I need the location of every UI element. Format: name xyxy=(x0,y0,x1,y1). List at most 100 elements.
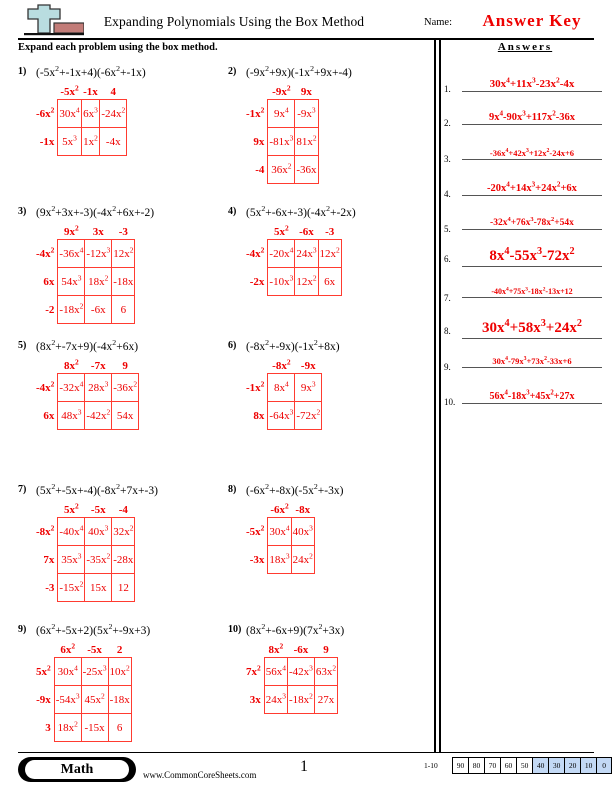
grid-cell[interactable]: 54x3 xyxy=(57,267,86,296)
grid-row: 6x 48x3 -42x2 54x xyxy=(36,401,140,430)
grid-cell[interactable]: 12 xyxy=(111,573,136,602)
grid-cell[interactable]: -36x4 xyxy=(57,239,86,268)
grid-row-header: -3x xyxy=(249,553,265,566)
grid-cell[interactable]: -15x xyxy=(80,713,109,742)
answer-value[interactable]: -36x4+42x3+12x2-24x+6 xyxy=(462,148,602,160)
grid-cell[interactable]: -72x2 xyxy=(294,401,323,430)
grid-cell[interactable]: 24x2 xyxy=(290,545,315,574)
grid-cell[interactable]: 18x2 xyxy=(84,267,113,296)
grid-cell[interactable]: 32x2 xyxy=(111,517,136,546)
grid-cell[interactable]: 18x2 xyxy=(53,713,82,742)
grid-cell[interactable]: 45x2 xyxy=(80,685,109,714)
grid-cell[interactable]: 24x3 xyxy=(294,239,319,268)
grid-row-header: -4 xyxy=(255,163,265,176)
grid-cell[interactable]: -18x xyxy=(111,267,136,296)
grid-cell[interactable]: 81x2 xyxy=(294,127,319,156)
grid-cell[interactable]: 35x3 xyxy=(57,545,86,574)
problem-expression: (6x2+-5x+2)(5x2+-9x+3) xyxy=(36,622,151,637)
grid-cell[interactable]: 56x4 xyxy=(263,657,288,686)
grid-cell[interactable]: -25x3 xyxy=(80,657,109,686)
grid-cell[interactable]: 15x xyxy=(84,573,113,602)
grid-cell[interactable]: 6x xyxy=(317,267,342,296)
grid-row: 9x -81x3 81x2 xyxy=(246,127,319,156)
grid-cell[interactable]: -64x3 xyxy=(267,401,296,430)
grid-cell[interactable]: 5x3 xyxy=(57,127,82,156)
grid-cell[interactable]: -18x2 xyxy=(57,295,86,324)
grid-column-header: -9x xyxy=(300,360,316,372)
answer-value[interactable]: -40x4+75x3-18x2-13x+12 xyxy=(462,287,602,298)
grid-row: 8x -64x3 -72x2 xyxy=(246,401,323,430)
scale-cell[interactable]: 40 xyxy=(532,757,550,774)
answer-value[interactable]: 30x4-79x3+73x2-33x+6 xyxy=(462,356,602,368)
grid-cell[interactable]: -81x3 xyxy=(267,127,296,156)
grid-cell[interactable]: 12x2 xyxy=(317,239,342,268)
grid-cell[interactable]: 30x4 xyxy=(267,517,292,546)
grid-cell[interactable]: 40x3 xyxy=(84,517,113,546)
grid-cell[interactable]: 36x2 xyxy=(267,155,296,184)
scale-cell[interactable]: 60 xyxy=(500,757,518,774)
grid-cell[interactable]: -18x xyxy=(107,685,132,714)
grid-cell[interactable]: -10x3 xyxy=(267,267,296,296)
grid-cell[interactable]: -32x4 xyxy=(57,373,86,402)
grid-cell[interactable]: 6 xyxy=(107,713,132,742)
answer-value[interactable]: -32x4+76x3-78x2+54x xyxy=(462,216,602,230)
scale-cell[interactable]: 20 xyxy=(564,757,582,774)
grid-cell[interactable]: 9x4 xyxy=(267,99,296,128)
answers-column-heading: Answers xyxy=(497,41,553,53)
grid-cell[interactable]: -54x3 xyxy=(53,685,82,714)
grid-cell[interactable]: 12x2 xyxy=(111,239,136,268)
problem-expression: (-9x2+9x)(-1x2+9x+-4) xyxy=(246,64,352,79)
problem-expression: (5x2+-6x+-3)(-4x2+-2x) xyxy=(246,204,356,219)
scale-cell[interactable]: 30 xyxy=(548,757,566,774)
grid-row-header: 7x2 xyxy=(246,662,261,678)
answer-value[interactable]: -20x4+14x3+24x2+6x xyxy=(462,181,602,196)
grid-cell[interactable]: 10x2 xyxy=(107,657,132,686)
grid-cell[interactable]: -42x2 xyxy=(84,401,113,430)
answer-value[interactable]: 30x4+58x3+24x2 xyxy=(462,318,602,339)
grid-cell[interactable]: 9x3 xyxy=(294,373,323,402)
grid-cell[interactable]: 18x3 xyxy=(267,545,292,574)
grid-cell[interactable]: 63x2 xyxy=(313,657,339,686)
grid-cell[interactable]: -4x xyxy=(99,127,128,156)
page-number: 1 xyxy=(300,758,308,775)
grid-cell[interactable]: 40x3 xyxy=(290,517,315,546)
grid-cell[interactable]: 24x3 xyxy=(263,685,288,714)
grid-cell[interactable]: -40x4 xyxy=(57,517,86,546)
grid-cell[interactable]: 54x xyxy=(111,401,140,430)
grid-cell[interactable]: -18x2 xyxy=(286,685,315,714)
grid-cell[interactable]: 6 xyxy=(111,295,136,324)
grid-cell[interactable]: 30x4 xyxy=(57,99,82,128)
grid-cell[interactable]: -12x3 xyxy=(84,239,113,268)
grid-row: -4 36x2 -36x xyxy=(246,155,319,184)
problem-expression: (8x2+-7x+9)(-4x2+6x) xyxy=(36,338,139,353)
grid-cell[interactable]: -24x2 xyxy=(99,99,128,128)
grid-row: -4x2 -32x4 28x3 -36x2 xyxy=(36,373,140,402)
grid-cell[interactable]: 12x2 xyxy=(294,267,319,296)
grid-cell[interactable]: -20x4 xyxy=(267,239,296,268)
grid-cell[interactable]: 48x3 xyxy=(57,401,86,430)
grid-cell[interactable]: -6x xyxy=(84,295,113,324)
grid-cell[interactable]: 28x3 xyxy=(84,373,113,402)
grid-cell[interactable]: -15x2 xyxy=(57,573,86,602)
answer-value[interactable]: 9x4-90x3+117x2-36x xyxy=(462,110,602,125)
grid-cell[interactable]: 8x4 xyxy=(267,373,296,402)
grid-cell[interactable]: -36x xyxy=(294,155,319,184)
scale-cell[interactable]: 80 xyxy=(468,757,486,774)
grid-cell[interactable]: -35x2 xyxy=(84,545,113,574)
grid-cell[interactable]: -9x3 xyxy=(294,99,319,128)
grid-cell[interactable]: 1x2 xyxy=(80,127,101,156)
answer-value[interactable]: 8x4-55x3-72x2 xyxy=(462,246,602,267)
grid-cell[interactable]: -42x3 xyxy=(286,657,315,686)
scale-cell[interactable]: 70 xyxy=(484,757,502,774)
scale-cell[interactable]: 90 xyxy=(451,757,470,774)
grid-cell[interactable]: 27x xyxy=(313,685,339,714)
grid-cell[interactable]: -36x2 xyxy=(111,373,140,402)
answer-value[interactable]: 30x4+11x3-23x2-4x xyxy=(462,76,602,92)
scale-cell[interactable]: 10 xyxy=(580,757,598,774)
scale-cell[interactable]: 0 xyxy=(596,757,612,774)
grid-cell[interactable]: -28x xyxy=(111,545,136,574)
grid-cell[interactable]: 6x3 xyxy=(80,99,101,128)
grid-cell[interactable]: 30x4 xyxy=(53,657,82,686)
scale-cell[interactable]: 50 xyxy=(516,757,534,774)
answer-value[interactable]: 56x4-18x3+45x2+27x xyxy=(462,390,602,404)
